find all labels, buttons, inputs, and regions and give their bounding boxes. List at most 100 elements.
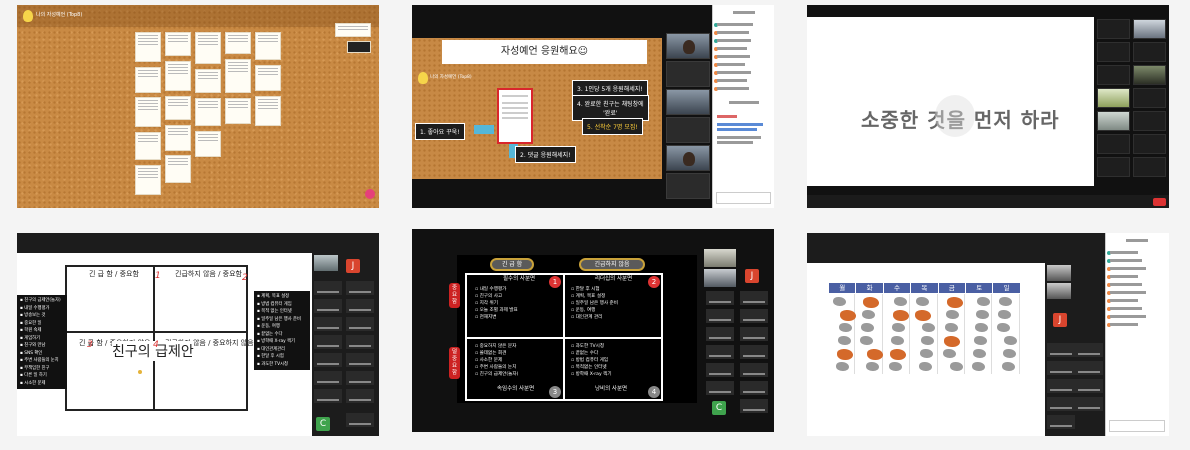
sticker-blob[interactable] <box>949 362 963 371</box>
participant-tile[interactable] <box>346 371 374 385</box>
participant-video[interactable] <box>1097 111 1130 131</box>
participant-video[interactable] <box>666 117 710 143</box>
sticker-blob[interactable] <box>974 336 987 345</box>
participant-tile[interactable] <box>1047 379 1075 393</box>
sticker-blob[interactable] <box>975 323 988 332</box>
participant-tile[interactable] <box>740 345 768 359</box>
participant-tile[interactable] <box>314 371 342 385</box>
sticker-blob[interactable] <box>997 323 1011 332</box>
padlet-note[interactable] <box>335 23 371 37</box>
participant-tile[interactable] <box>706 345 734 359</box>
participant-tile[interactable] <box>346 281 374 295</box>
participant-video[interactable] <box>704 249 736 267</box>
participant-video[interactable] <box>1097 134 1130 154</box>
sticker-blob[interactable] <box>893 297 907 306</box>
participants-chat-panel[interactable] <box>1105 233 1169 436</box>
participant-row[interactable] <box>717 55 750 58</box>
sticker-blob[interactable] <box>942 349 956 358</box>
participant-tile[interactable] <box>706 363 734 377</box>
padlet-note[interactable] <box>165 96 191 120</box>
sticker-blob[interactable] <box>922 323 936 332</box>
sticker-blob[interactable] <box>866 362 880 371</box>
participant-row[interactable] <box>717 79 747 82</box>
participant-tile[interactable] <box>346 413 374 427</box>
participant-row[interactable] <box>717 23 753 26</box>
participant-tile[interactable] <box>740 327 768 341</box>
sticker-blob[interactable] <box>1003 349 1017 358</box>
participant-video[interactable] <box>1133 88 1166 108</box>
participant-row[interactable] <box>1110 323 1138 326</box>
participant-video[interactable] <box>1133 65 1166 85</box>
participant-video[interactable] <box>1133 157 1166 177</box>
padlet-note[interactable] <box>195 69 221 93</box>
participant-tile[interactable] <box>706 381 734 395</box>
padlet-note[interactable] <box>135 67 161 93</box>
participant-video[interactable] <box>1047 283 1071 299</box>
participant-video[interactable] <box>1133 134 1166 154</box>
participant-tile[interactable] <box>346 317 374 331</box>
sticker-blob[interactable] <box>973 349 986 358</box>
participant-video[interactable] <box>1097 88 1130 108</box>
participant-tile[interactable] <box>346 389 374 403</box>
participant-tile[interactable] <box>1075 343 1103 357</box>
sticker-blob[interactable] <box>838 336 851 345</box>
add-post-icon[interactable] <box>365 189 375 199</box>
participant-tile[interactable] <box>740 363 768 377</box>
participant-row[interactable] <box>1110 251 1138 254</box>
sticker-blob[interactable] <box>862 310 876 319</box>
participant-row[interactable] <box>1110 315 1146 318</box>
padlet-note[interactable] <box>165 125 191 151</box>
padlet-popup[interactable] <box>347 41 371 53</box>
panel-buttons[interactable] <box>729 101 759 104</box>
participant-row[interactable] <box>1110 291 1146 294</box>
participant-tile[interactable] <box>706 309 734 323</box>
sticker-blob[interactable] <box>891 323 905 332</box>
sticker-blob[interactable] <box>946 297 963 308</box>
participant-tile[interactable] <box>314 353 342 367</box>
participant-tile[interactable] <box>346 335 374 349</box>
padlet-note[interactable] <box>255 32 281 60</box>
participant-tile[interactable] <box>314 299 342 313</box>
participant-row[interactable] <box>1110 283 1142 286</box>
sticker-blob[interactable] <box>890 336 904 345</box>
sticker-blob[interactable] <box>889 349 906 360</box>
sticker-blob[interactable] <box>999 297 1013 306</box>
padlet-note[interactable] <box>165 32 191 56</box>
padlet-note[interactable] <box>165 61 191 91</box>
participant-video[interactable] <box>666 61 710 87</box>
sticker-blob[interactable] <box>915 310 932 321</box>
participant-video[interactable] <box>1097 42 1130 62</box>
participant-row[interactable] <box>717 63 745 66</box>
padlet-note[interactable] <box>225 32 251 54</box>
participant-row[interactable] <box>1110 299 1138 302</box>
participant-row[interactable] <box>1110 267 1146 270</box>
participant-tile[interactable] <box>706 291 734 305</box>
sticker-blob[interactable] <box>919 362 933 371</box>
participant-row[interactable] <box>717 71 751 74</box>
participant-tile[interactable] <box>1047 415 1075 429</box>
padlet-board-screenshot[interactable]: 나의 자성예언 (Top8) <box>17 5 379 208</box>
padlet-note[interactable] <box>195 131 221 157</box>
participant-video[interactable] <box>314 255 338 271</box>
participant-video[interactable] <box>704 269 736 287</box>
participant-row[interactable] <box>717 87 749 90</box>
chat-input[interactable] <box>716 192 771 204</box>
padlet-note[interactable] <box>135 132 161 160</box>
participant-video[interactable] <box>666 145 710 171</box>
participant-video[interactable] <box>666 33 710 59</box>
sticker-blob[interactable] <box>839 323 852 332</box>
participant-video[interactable] <box>666 89 710 115</box>
sticker-blob[interactable] <box>920 349 934 358</box>
sticker-blob[interactable] <box>863 297 880 308</box>
participant-tile[interactable] <box>1047 361 1075 375</box>
sticker-blob[interactable] <box>837 349 853 360</box>
sticker-blob[interactable] <box>892 310 909 321</box>
participant-tile[interactable] <box>740 291 768 305</box>
participant-row[interactable] <box>717 47 747 50</box>
sticker-blob[interactable] <box>945 310 959 319</box>
participant-video[interactable] <box>1097 65 1130 85</box>
participant-tile[interactable] <box>1047 343 1075 357</box>
participant-tile[interactable] <box>740 399 768 413</box>
sticker-blob[interactable] <box>976 310 989 319</box>
sticker-blob[interactable] <box>1002 362 1016 371</box>
